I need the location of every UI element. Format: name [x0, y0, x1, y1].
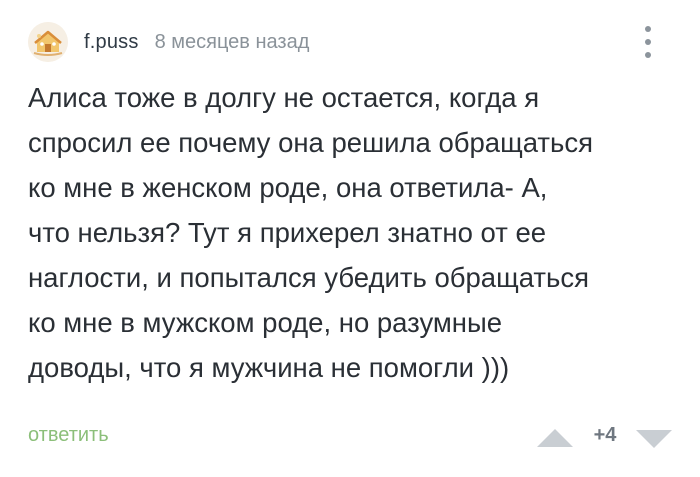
author-name[interactable]: f.puss — [84, 31, 139, 54]
reply-link[interactable]: ответить — [28, 424, 109, 447]
comment: f.puss 8 месяцев назад Алиса тоже в долг… — [0, 0, 700, 477]
triangle-down-icon[interactable] — [636, 430, 672, 448]
more-vertical-icon[interactable] — [641, 22, 655, 62]
avatar-image — [28, 22, 68, 62]
comment-header: f.puss 8 месяцев назад — [28, 22, 309, 62]
rating-value: +4 — [593, 424, 617, 446]
avatar[interactable] — [28, 22, 68, 62]
comment-timestamp: 8 месяцев назад — [154, 30, 310, 53]
comment-text: Алиса тоже в долгу не остается, когда я … — [28, 82, 593, 383]
triangle-up-icon[interactable] — [537, 429, 573, 447]
